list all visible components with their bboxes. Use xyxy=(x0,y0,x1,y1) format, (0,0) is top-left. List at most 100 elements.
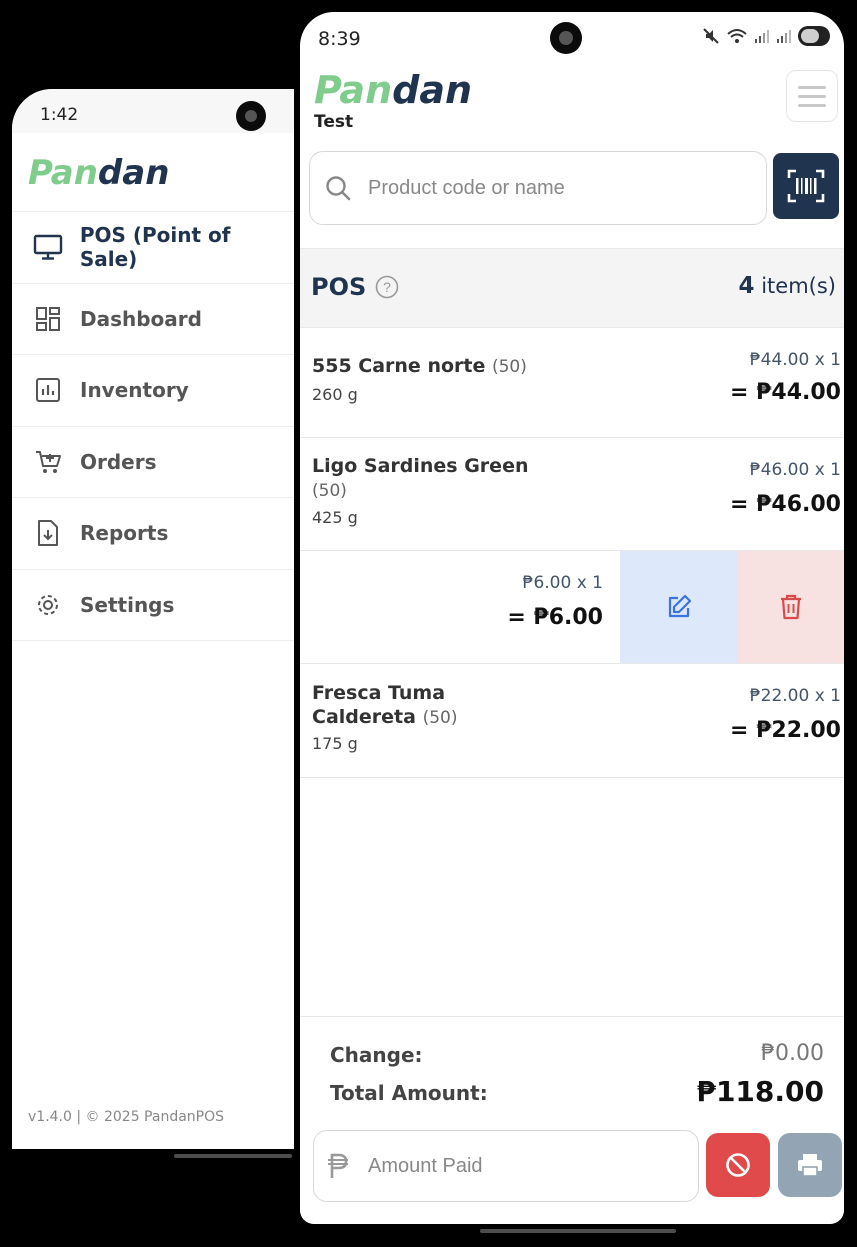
logo-text-part1: Pan xyxy=(314,68,393,112)
item-total: = ₱6.00 xyxy=(507,605,603,630)
total-label: Total Amount: xyxy=(330,1081,488,1105)
item-total: = ₱22.00 xyxy=(730,718,841,743)
item-size: 425 g xyxy=(312,508,358,527)
nav-drawer-screen: 1:42 Pandan POS (Point of Sale) Dashboar… xyxy=(12,89,294,1149)
item-size: 175 g xyxy=(312,734,358,753)
pos-header: POS ? 4 item(s) xyxy=(300,248,844,328)
battery-icon xyxy=(798,26,830,46)
edit-icon xyxy=(668,594,692,618)
amount-paid-field[interactable] xyxy=(313,1130,699,1202)
edit-item-button[interactable] xyxy=(620,551,738,663)
peso-icon xyxy=(328,1153,348,1178)
mute-icon xyxy=(703,28,719,44)
status-bar: 1:42 xyxy=(12,89,294,133)
status-time: 8:39 xyxy=(318,28,361,50)
item-unit-price: ₱46.00 x 1 xyxy=(749,460,841,480)
nav-item-pos[interactable]: POS (Point of Sale) xyxy=(12,212,294,284)
status-bar: 8:39 xyxy=(300,12,844,68)
item-stock: (50) xyxy=(491,357,527,377)
cart-icon xyxy=(32,446,64,478)
cart-item[interactable]: Ligo Sardines Green (50) 425 g ₱46.00 x … xyxy=(300,438,844,551)
dashboard-icon xyxy=(32,303,64,335)
barcode-scan-button[interactable] xyxy=(773,153,839,219)
store-name: Test xyxy=(314,112,354,132)
cart-item[interactable]: 555 Carne norte (50) 260 g ₱44.00 x 1 = … xyxy=(300,328,844,438)
ban-icon xyxy=(726,1153,750,1177)
pos-title: POS xyxy=(311,273,367,301)
pos-screen: 8:39 Pandan Test POS ? 4 item(s) 555 Car… xyxy=(300,12,844,1224)
nav-menu: POS (Point of Sale) Dashboard Inventory … xyxy=(12,211,294,641)
camera-cutout xyxy=(550,22,582,54)
amount-paid-input[interactable] xyxy=(368,1154,668,1178)
nav-item-label: POS (Point of Sale) xyxy=(79,223,231,272)
logo-text-part2: dan xyxy=(392,68,473,112)
item-size: 260 g xyxy=(312,385,358,404)
item-count: 4 item(s) xyxy=(739,273,836,299)
menu-bar xyxy=(798,103,826,107)
app-logo: Pandan xyxy=(28,153,169,193)
trash-icon xyxy=(781,594,801,620)
app-logo: Pandan xyxy=(314,68,472,112)
home-indicator xyxy=(480,1229,676,1233)
item-unit-price: ₱44.00 x 1 xyxy=(749,350,841,370)
cart-item[interactable]: Fresca Tuma Caldereta (50) 175 g ₱22.00 x… xyxy=(300,664,844,778)
chart-icon xyxy=(32,374,64,406)
nav-item-label: Orders xyxy=(80,449,157,474)
file-download-icon xyxy=(32,517,64,549)
item-total: = ₱44.00 xyxy=(730,380,841,405)
help-icon[interactable]: ? xyxy=(375,275,399,299)
version-footer: v1.4.0 | © 2025 PandanPOS xyxy=(28,1109,225,1125)
home-indicator xyxy=(174,1154,292,1158)
logo-text-part1: Pan xyxy=(28,153,98,193)
camera-cutout xyxy=(236,101,266,131)
change-value: ₱0.00 xyxy=(761,1041,824,1066)
wifi-icon xyxy=(727,29,747,43)
item-stock: (50) xyxy=(312,481,347,501)
item-count-number: 4 xyxy=(738,273,755,299)
nav-item-label: Inventory xyxy=(80,378,189,403)
nav-item-label: Settings xyxy=(80,592,175,617)
nav-item-label: Reports xyxy=(80,521,169,546)
item-count-suffix: item(s) xyxy=(754,274,836,298)
item-unit-price: ₱22.00 x 1 xyxy=(749,686,841,706)
nav-item-orders[interactable]: Orders xyxy=(12,427,294,498)
gear-icon xyxy=(32,589,64,621)
nav-item-dashboard[interactable]: Dashboard xyxy=(12,284,294,355)
nav-item-reports[interactable]: Reports xyxy=(12,498,294,570)
printer-icon xyxy=(798,1154,822,1177)
item-name-text: 555 Carne norte xyxy=(312,355,486,377)
total-value: ₱118.00 xyxy=(696,1075,824,1108)
signal-icon xyxy=(755,30,769,43)
nav-item-label: Dashboard xyxy=(80,306,202,331)
barcode-icon xyxy=(787,169,825,203)
nav-item-inventory[interactable]: Inventory xyxy=(12,355,294,427)
item-name: Fresca Tuma Caldereta (50) xyxy=(312,681,457,730)
delete-item-button[interactable] xyxy=(738,551,844,663)
item-name-line2: Caldereta xyxy=(312,706,416,728)
menu-bar xyxy=(798,94,826,98)
item-total: = ₱46.00 xyxy=(730,492,841,517)
svg-text:?: ? xyxy=(383,279,391,295)
cart-item-swiped[interactable]: ₱6.00 x 1 = ₱6.00 xyxy=(300,551,844,664)
hamburger-menu-button[interactable] xyxy=(786,70,838,122)
nav-item-settings[interactable]: Settings xyxy=(12,570,294,641)
item-stock: (50) xyxy=(422,708,458,728)
item-name-line1: Fresca Tuma xyxy=(312,682,446,704)
swipe-actions xyxy=(620,551,844,663)
item-name: 555 Carne norte (50) xyxy=(312,354,527,379)
monitor-icon xyxy=(32,231,64,263)
print-receipt-button[interactable] xyxy=(778,1133,842,1197)
signal-icon-2 xyxy=(777,30,791,43)
menu-bar xyxy=(798,85,826,89)
cart-list: 555 Carne norte (50) 260 g ₱44.00 x 1 = … xyxy=(300,328,844,778)
search-input[interactable] xyxy=(368,176,748,200)
search-icon xyxy=(326,176,351,201)
item-name: Ligo Sardines Green xyxy=(312,455,529,477)
status-time: 1:42 xyxy=(40,105,79,125)
change-label: Change: xyxy=(330,1043,423,1067)
status-icons xyxy=(702,26,830,46)
cancel-order-button[interactable] xyxy=(706,1133,770,1197)
item-unit-price: ₱6.00 x 1 xyxy=(522,573,603,593)
search-field[interactable] xyxy=(309,151,767,225)
logo-text-part2: dan xyxy=(97,153,170,193)
